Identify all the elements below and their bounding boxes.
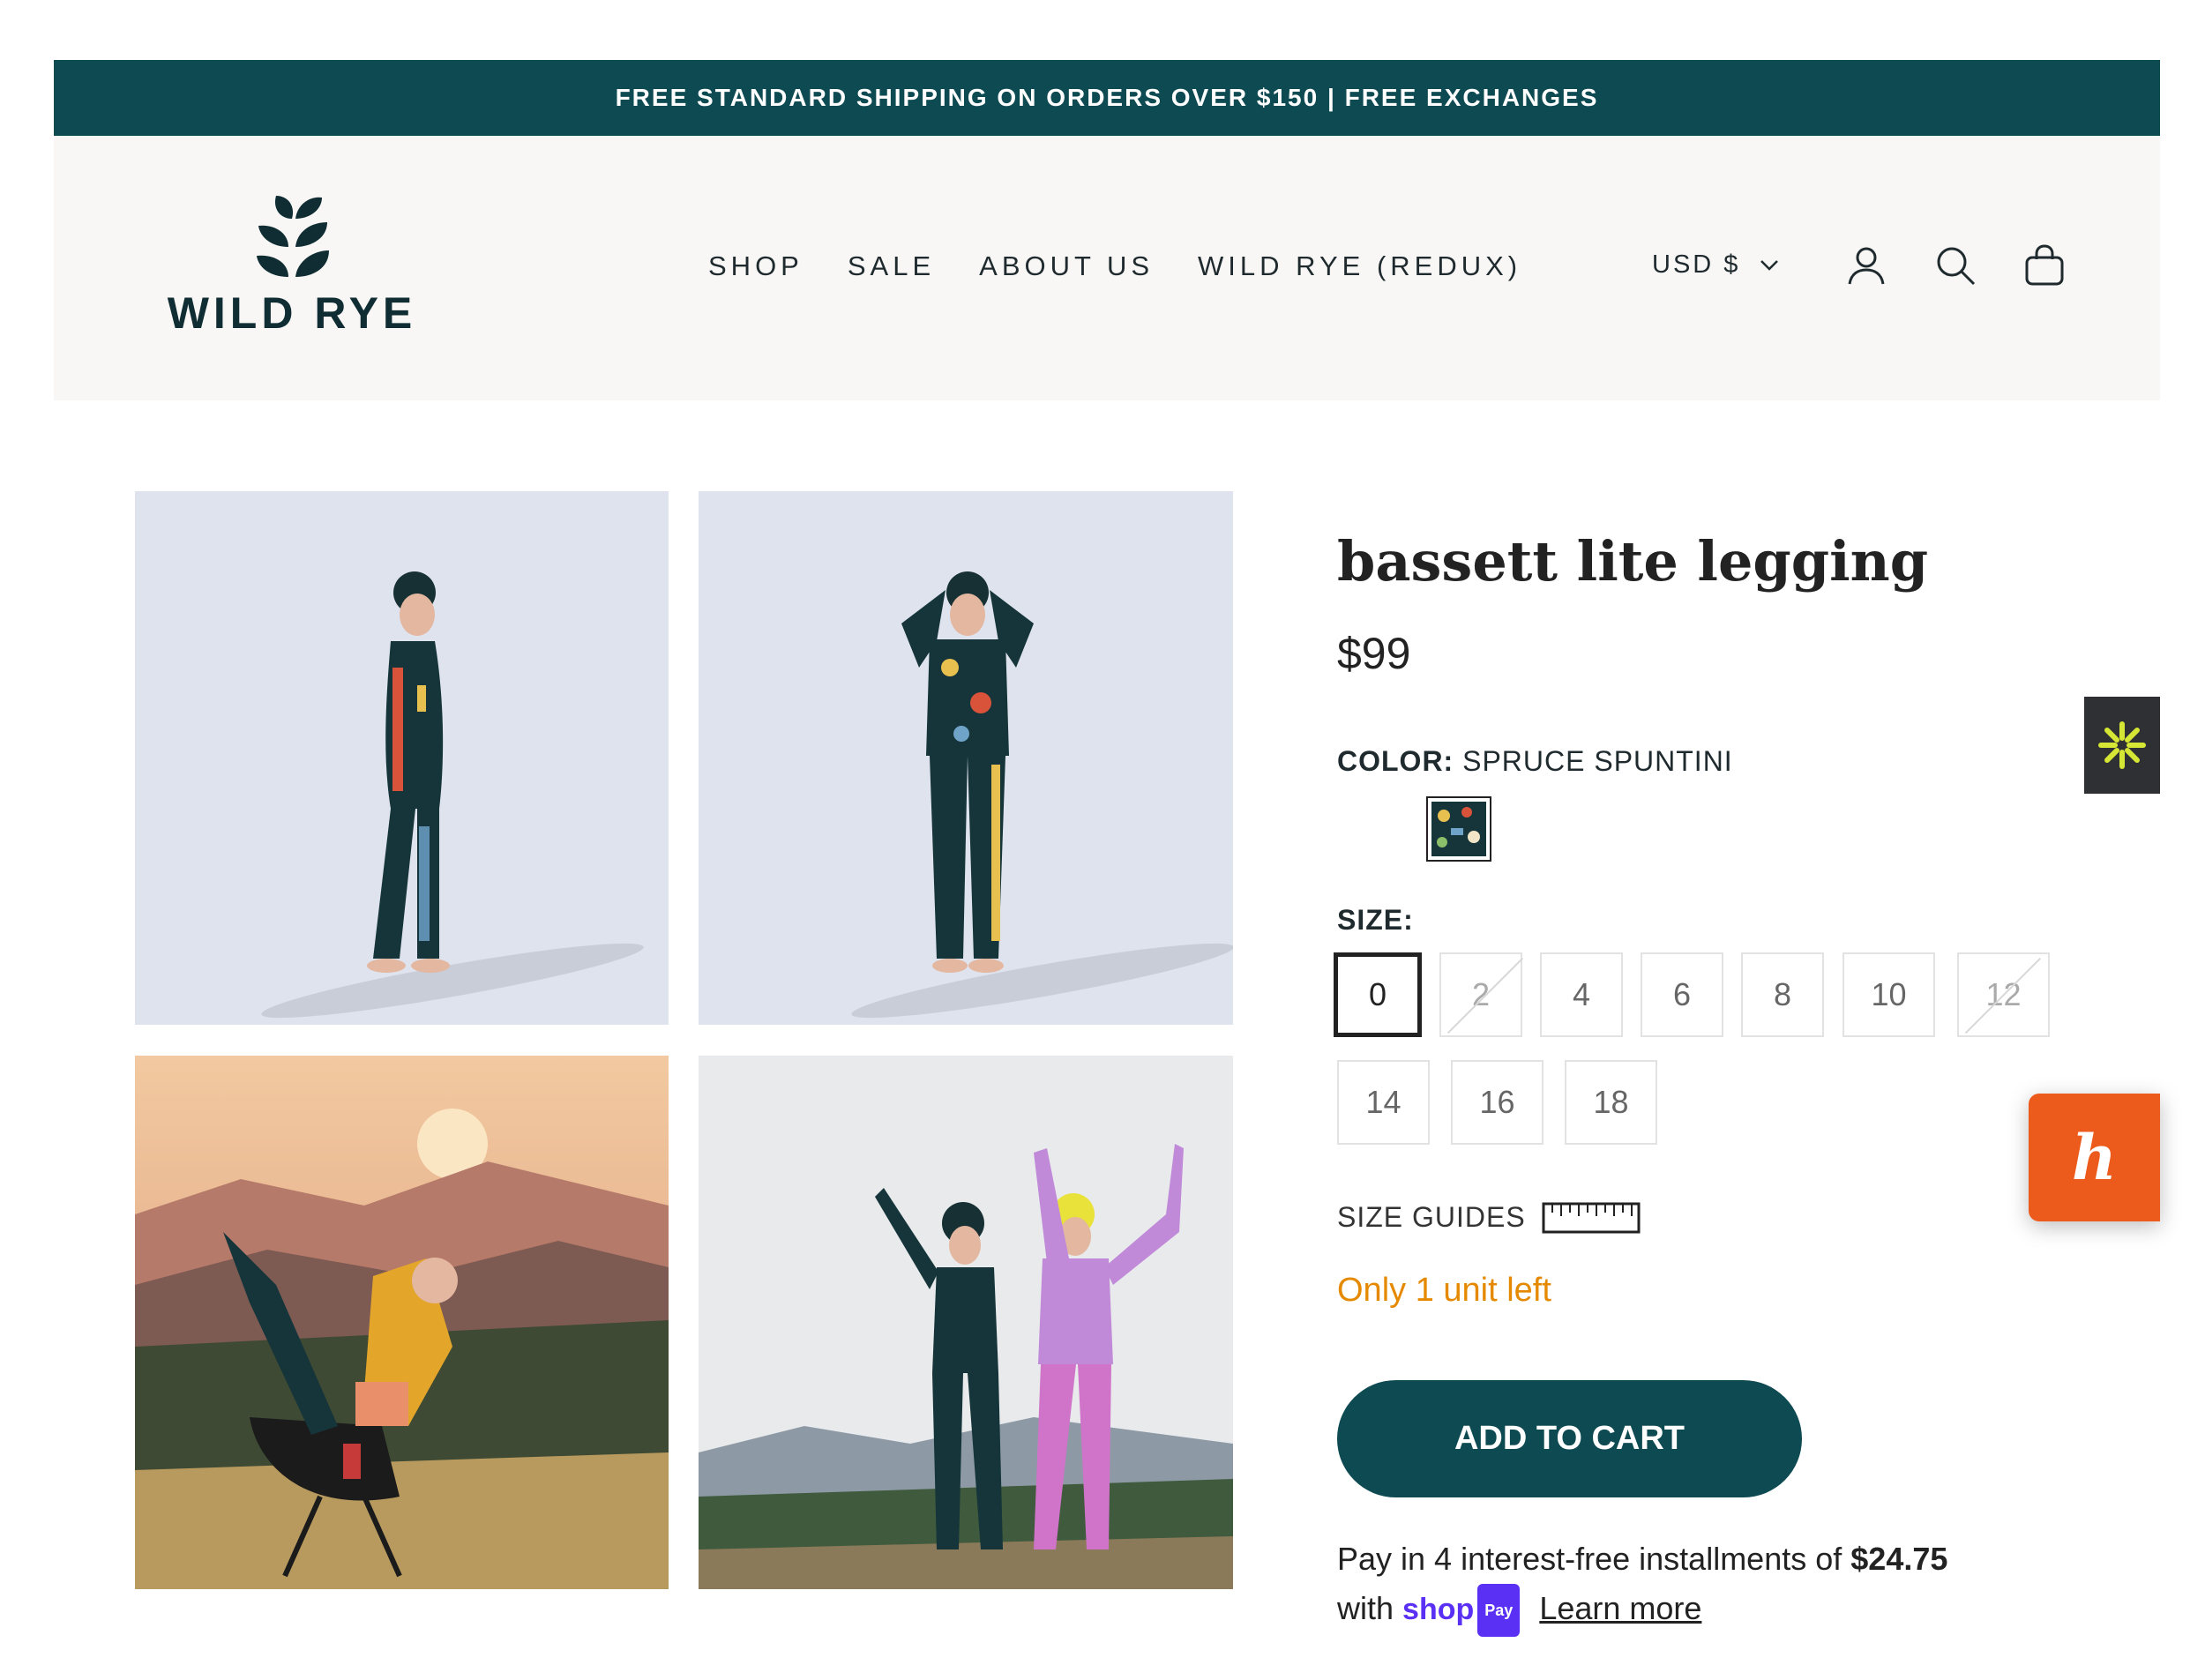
- product-image-side-view[interactable]: [135, 491, 669, 1025]
- announcement-bar: FREE STANDARD SHIPPING ON ORDERS OVER $1…: [54, 60, 2160, 136]
- honey-extension-button[interactable]: h: [2029, 1094, 2160, 1221]
- installments-line-2: with shop Pay Learn more: [1337, 1584, 1947, 1638]
- lifestyle-scene-illustration: [135, 1056, 669, 1589]
- product-image-lifestyle-chair[interactable]: [135, 1056, 669, 1589]
- size-guides-link[interactable]: SIZE GUIDES: [1337, 1201, 1641, 1234]
- currency-label: USD $: [1652, 250, 1741, 279]
- size-option-4[interactable]: 4: [1540, 952, 1623, 1037]
- size-option-12[interactable]: 12: [1957, 952, 2050, 1037]
- nav-about-us[interactable]: ABOUT US: [979, 250, 1154, 282]
- swatch-pattern: [1431, 802, 1486, 856]
- size-option-2[interactable]: 2: [1439, 952, 1522, 1037]
- brand-logo[interactable]: WILD RYE: [160, 192, 424, 342]
- color-row: COLOR: SPRUCE SPUNTINI: [1337, 745, 1733, 778]
- product-price: $99: [1337, 629, 1411, 678]
- leaf-logo-icon: [257, 196, 329, 277]
- account-icon[interactable]: [1844, 243, 1888, 287]
- nav-shop[interactable]: SHOP: [708, 250, 804, 282]
- installments-with: with: [1337, 1590, 1394, 1626]
- size-option-10[interactable]: 10: [1842, 952, 1935, 1037]
- stock-notice: Only 1 unit left: [1337, 1272, 1551, 1309]
- model-figure-illustration: [851, 571, 1233, 1019]
- size-option-14[interactable]: 14: [1337, 1060, 1430, 1145]
- chevron-down-icon: [1760, 259, 1779, 271]
- nav-sale[interactable]: SALE: [848, 250, 935, 282]
- installments-line: Pay in 4 interest-free installments of $…: [1337, 1534, 1947, 1584]
- size-option-16[interactable]: 16: [1451, 1060, 1544, 1145]
- installments-text: Pay in 4 interest-free installments of: [1337, 1541, 1842, 1577]
- brand-name: WILD RYE: [167, 288, 417, 338]
- product-image-front-view[interactable]: [699, 491, 1233, 1025]
- cart-bag-icon[interactable]: [2022, 243, 2067, 287]
- cart-bag-icon-graphic: [2025, 244, 2064, 286]
- ruler-icon: [1542, 1202, 1641, 1233]
- honey-h-icon: h: [2072, 1121, 2117, 1194]
- account-icon-graphic: [1848, 247, 1885, 285]
- search-icon[interactable]: [1933, 243, 1977, 287]
- size-guides-label: SIZE GUIDES: [1337, 1201, 1526, 1233]
- shop-pay-badge: Pay: [1477, 1584, 1521, 1638]
- pattern-graphic: [1437, 807, 1480, 847]
- size-option-18[interactable]: 18: [1565, 1060, 1657, 1145]
- size-option-0[interactable]: 0: [1334, 952, 1422, 1037]
- lifestyle-scene-illustration: [699, 1056, 1233, 1589]
- product-title: bassett lite legging: [1337, 529, 1929, 594]
- site-header: WILD RYE SHOP SALE ABOUT US WILD RYE (RE…: [54, 136, 2160, 400]
- nav-wild-rye-redux[interactable]: WILD RYE (REDUX): [1198, 250, 1521, 282]
- add-to-cart-button[interactable]: ADD TO CART: [1337, 1380, 1802, 1497]
- color-swatch-spruce-spuntini[interactable]: [1426, 796, 1491, 862]
- learn-more-link[interactable]: Learn more: [1539, 1590, 1701, 1626]
- search-icon-graphic: [1937, 247, 1976, 286]
- size-option-8[interactable]: 8: [1741, 952, 1824, 1037]
- main-nav: SHOP SALE ABOUT US WILD RYE (REDUX): [708, 250, 1566, 282]
- product-image-lifestyle-dance[interactable]: [699, 1056, 1233, 1589]
- installments-amount: $24.75: [1850, 1541, 1948, 1577]
- shop-pay-logo: shop: [1402, 1593, 1475, 1626]
- shop-pay-installments: Pay in 4 interest-free installments of $…: [1337, 1534, 1947, 1638]
- color-value: SPRUCE SPUNTINI: [1462, 745, 1733, 777]
- size-label: SIZE:: [1337, 904, 1414, 936]
- currency-selector[interactable]: USD $: [1652, 250, 1779, 280]
- announcement-text: FREE STANDARD SHIPPING ON ORDERS OVER $1…: [615, 84, 1599, 111]
- size-option-6[interactable]: 6: [1641, 952, 1723, 1037]
- accessibility-widget-button[interactable]: [2084, 697, 2160, 794]
- model-figure-illustration: [261, 571, 644, 1019]
- sparkle-icon: [2098, 721, 2146, 769]
- color-label: COLOR:: [1337, 745, 1454, 777]
